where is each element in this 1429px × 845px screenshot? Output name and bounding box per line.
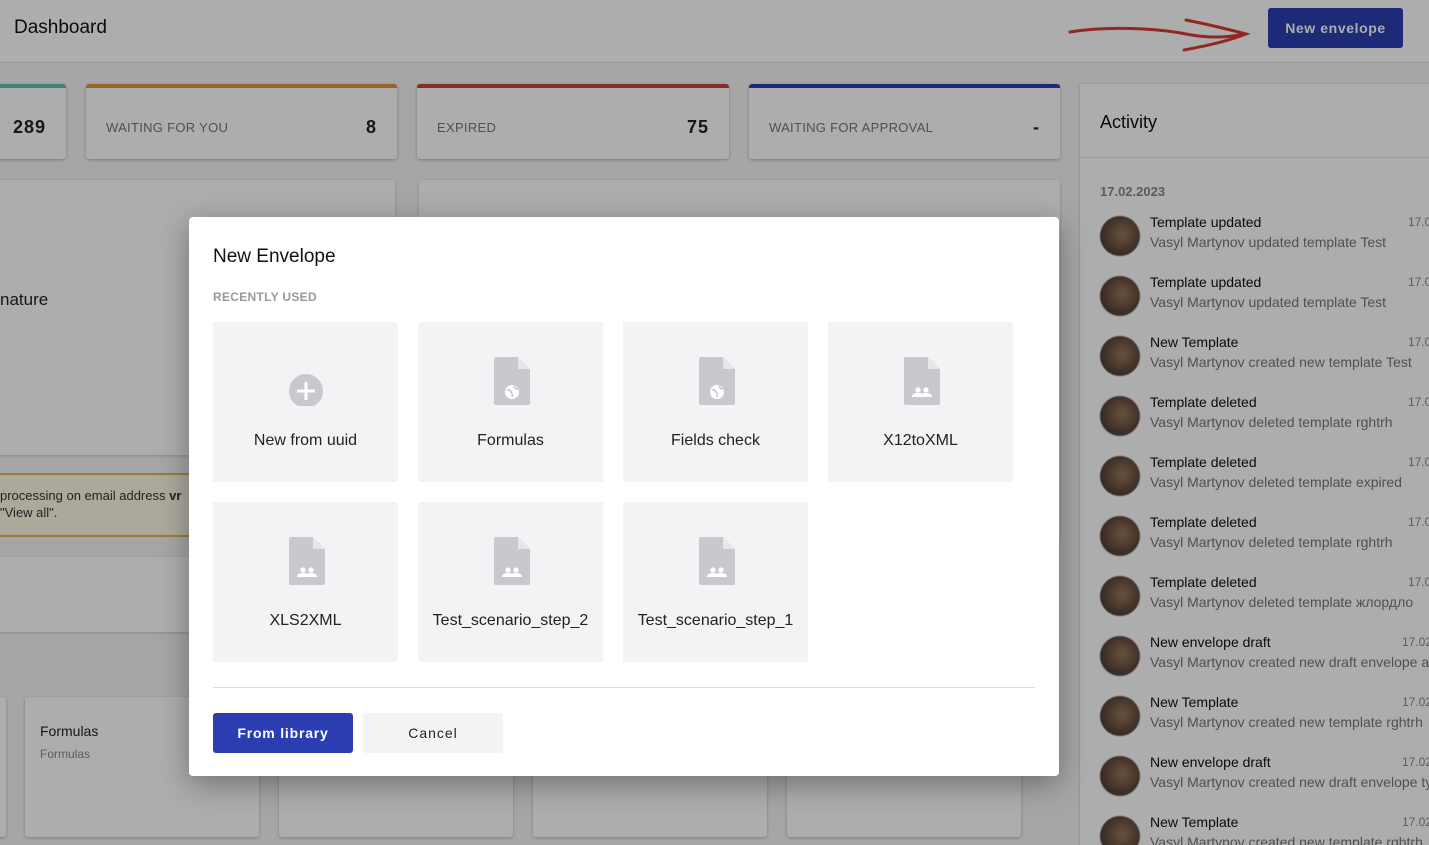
document-people-icon <box>494 537 530 585</box>
card-test-scenario-step-2[interactable]: Test_scenario_step_2 <box>418 502 603 662</box>
card-x12toxml[interactable]: X12toXML <box>828 322 1013 482</box>
card-label: XLS2XML <box>269 612 342 629</box>
card-label: X12toXML <box>883 432 958 449</box>
document-globe-icon <box>494 357 530 405</box>
card-label: Formulas <box>477 432 544 449</box>
plus-circle-icon <box>289 374 323 406</box>
card-label: Test_scenario_step_1 <box>637 612 794 629</box>
card-label: New from uuid <box>253 432 358 449</box>
recently-used-label: RECENTLY USED <box>213 290 317 304</box>
document-globe-icon <box>699 357 735 405</box>
cancel-button[interactable]: Cancel <box>363 713 503 753</box>
document-people-icon <box>289 537 325 585</box>
card-formulas[interactable]: Formulas <box>418 322 603 482</box>
card-label: Test_scenario_step_2 <box>432 612 589 629</box>
card-new-from-uuid[interactable]: New from uuid <box>213 322 398 482</box>
card-label: Fields check <box>671 432 760 449</box>
new-envelope-dialog: New Envelope RECENTLY USED New from uuid… <box>189 217 1059 776</box>
from-library-button[interactable]: From library <box>213 713 353 753</box>
dialog-divider <box>213 687 1035 688</box>
card-test-scenario-step-1[interactable]: Test_scenario_step_1 <box>623 502 808 662</box>
dialog-title: New Envelope <box>213 246 336 267</box>
document-people-icon <box>699 537 735 585</box>
document-people-icon <box>904 357 940 405</box>
card-fields-check[interactable]: Fields check <box>623 322 808 482</box>
card-xls2xml[interactable]: XLS2XML <box>213 502 398 662</box>
